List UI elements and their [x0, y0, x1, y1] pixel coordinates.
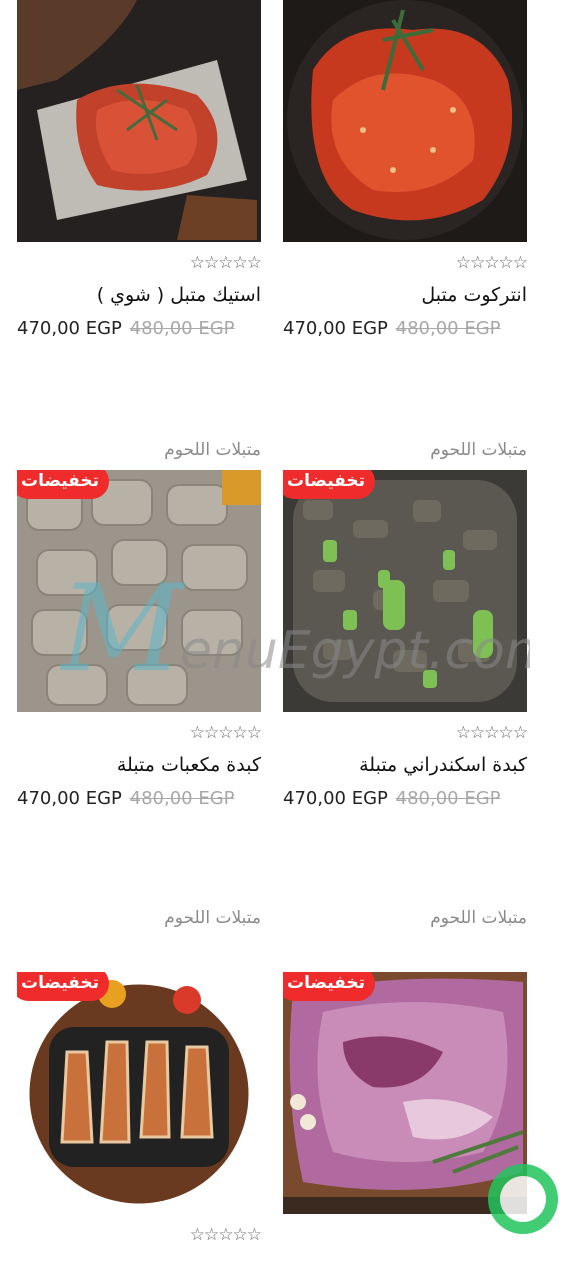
product-prices: 470,00 EGP 480,00 EGP	[283, 316, 527, 342]
discount-badge: تخفيضات	[283, 972, 376, 1001]
product-prices: 470,00 EGP 480,00 EGP	[17, 786, 261, 812]
liver-cubes-photo	[17, 470, 261, 712]
product-image[interactable]	[17, 0, 261, 242]
discount-badge: تخفيضات	[283, 470, 376, 499]
product-name[interactable]: كبدة اسكندراني متبلة	[283, 752, 527, 778]
product-image[interactable]: تخفيضات	[283, 972, 527, 1214]
product-card[interactable]: متبلات اللحوم تخفيضات ☆☆☆☆☆ كبدة مكعبات …	[17, 438, 262, 812]
current-price: 470,00 EGP	[17, 318, 122, 339]
product-prices: 470,00 EGP 480,00 EGP	[17, 316, 261, 342]
product-card[interactable]: متبلات اللحوم تخفيضات ☆☆☆☆☆	[17, 906, 262, 1245]
product-card[interactable]: متبلات اللحوم تخفيضات	[283, 906, 527, 1214]
product-image[interactable]: تخفيضات	[283, 470, 527, 712]
old-price: 480,00 EGP	[129, 788, 235, 809]
liver-photo	[283, 470, 527, 712]
old-price: 480,00 EGP	[395, 788, 501, 809]
rating-stars: ☆☆☆☆☆	[189, 1225, 262, 1245]
current-price: 470,00 EGP	[283, 318, 388, 339]
product-name[interactable]: استيك متبل ( شوي )	[17, 282, 261, 308]
product-prices: 470,00 EGP 480,00 EGP	[283, 786, 527, 812]
steak-photo	[17, 0, 261, 242]
chat-icon	[500, 1176, 546, 1222]
lamb-chops-photo	[17, 972, 261, 1214]
product-category[interactable]: متبلات اللحوم	[283, 906, 527, 930]
product-card[interactable]: متبلات اللحوم تخفيضات ☆☆☆☆☆ كبدة اسكندرا…	[283, 438, 528, 812]
product-image[interactable]	[283, 0, 527, 242]
old-price: 480,00 EGP	[395, 318, 501, 339]
rating-stars: ☆☆☆☆☆	[189, 723, 262, 743]
product-category[interactable]: متبلات اللحوم	[17, 438, 261, 462]
product-name[interactable]: انتركوت متبل	[283, 282, 527, 308]
product-card[interactable]: ☆☆☆☆☆ استيك متبل ( شوي ) 470,00 EGP 480,…	[17, 0, 262, 342]
product-image[interactable]: تخفيضات	[17, 470, 261, 712]
current-price: 470,00 EGP	[283, 788, 388, 809]
discount-badge: تخفيضات	[17, 470, 110, 499]
rating-stars: ☆☆☆☆☆	[189, 253, 262, 273]
lamb-cut-photo	[283, 972, 527, 1214]
rating-stars: ☆☆☆☆☆	[455, 253, 528, 273]
product-category[interactable]: متبلات اللحوم	[283, 438, 527, 462]
product-name[interactable]: كبدة مكعبات متبلة	[17, 752, 261, 778]
chat-button[interactable]	[488, 1164, 558, 1234]
rating-stars: ☆☆☆☆☆	[455, 723, 528, 743]
discount-badge: تخفيضات	[17, 972, 110, 1001]
current-price: 470,00 EGP	[17, 788, 122, 809]
product-image[interactable]: تخفيضات	[17, 972, 261, 1214]
old-price: 480,00 EGP	[129, 318, 235, 339]
product-card[interactable]: ☆☆☆☆☆ انتركوت متبل 470,00 EGP 480,00 EGP	[283, 0, 528, 342]
product-category[interactable]: متبلات اللحوم	[17, 906, 261, 930]
entrecote-photo	[283, 0, 527, 242]
